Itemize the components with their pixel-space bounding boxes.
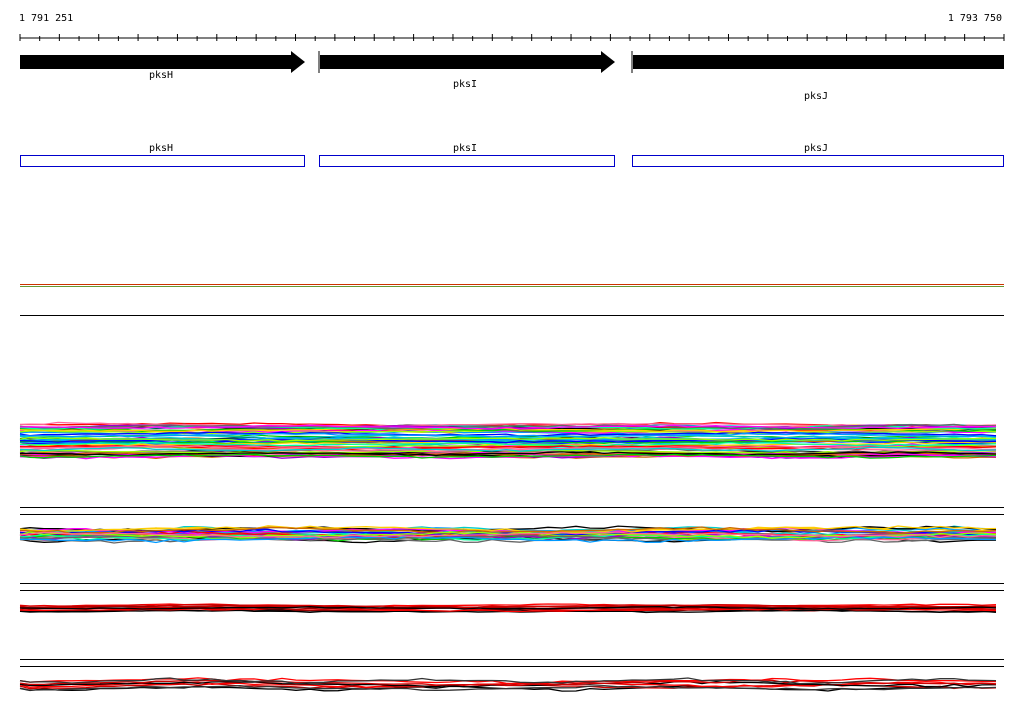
feature-label-pksH: pksH (148, 143, 174, 154)
gene-arrow-pksI[interactable] (320, 51, 615, 73)
genome-browser-canvas (19, 34, 1005, 692)
gene-label-pksJ: pksJ (803, 91, 829, 102)
gene-label-pksH: pksH (148, 70, 174, 81)
gene-label-pksI: pksI (452, 79, 478, 90)
coverage-track-4 (19, 677, 997, 692)
coverage-track-2 (19, 525, 997, 544)
gene-arrow-pksJ[interactable] (633, 55, 1004, 69)
coverage-track-3 (19, 603, 997, 614)
feature-box-pksH[interactable] (20, 155, 305, 167)
feature-track (20, 155, 1004, 167)
feature-label-pksJ: pksJ (803, 143, 829, 154)
feature-box-pksI[interactable] (319, 155, 615, 167)
ruler (19, 34, 1005, 41)
coverage-track-1 (19, 421, 997, 460)
feature-label-pksI: pksI (452, 143, 478, 154)
feature-box-pksJ[interactable] (632, 155, 1004, 167)
